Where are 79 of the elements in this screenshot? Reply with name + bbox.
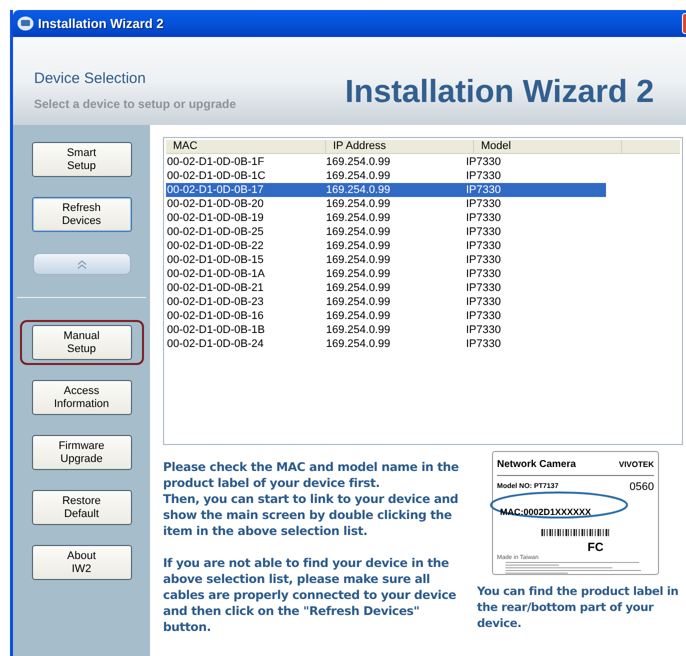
brand-logo: VIVOTEK bbox=[618, 458, 654, 470]
device-row[interactable]: 00-02-D1-0D-0B-21 169.254.0.99 IP7330 bbox=[166, 281, 606, 295]
mac-cell-text: 00-02-D1-0D-0B-1F bbox=[166, 155, 266, 169]
model-cell-text: IP7330 bbox=[466, 225, 502, 239]
device-row[interactable]: 00-02-D1-0D-0B-20 169.254.0.99 IP7330 bbox=[166, 197, 606, 211]
device-row[interactable]: 00-02-D1-0D-0B-23 169.254.0.99 IP7330 bbox=[166, 295, 606, 309]
model-cell-text: IP7330 bbox=[466, 155, 502, 169]
instruction-text: Please check the MAC and model name in the product label of your device first. Then, you can start to link to your device and show the main screen by double clicking the item in the above selection list. bbox=[163, 459, 460, 539]
device-row[interactable]: 00-02-D1-0D-0B-25 169.254.0.99 IP7330 bbox=[166, 225, 606, 239]
model-cell-text: IP7330 bbox=[466, 239, 502, 253]
mac-cell-text: 00-02-D1-0D-0B-15 bbox=[166, 253, 265, 267]
model-cell-text: IP7330 bbox=[466, 309, 502, 323]
model-cell-text: IP7330 bbox=[466, 267, 502, 281]
device-row[interactable]: 00-02-D1-0D-0B-19 169.254.0.99 IP7330 bbox=[166, 211, 606, 225]
model-cell-text: IP7330 bbox=[466, 253, 502, 267]
ip-cell-text: 169.254.0.99 bbox=[326, 295, 392, 309]
ip-cell-text: 169.254.0.99 bbox=[326, 225, 392, 239]
ip-cell-text: 169.254.0.99 bbox=[326, 323, 392, 337]
mac-cell-text: 00-02-D1-0D-0B-21 bbox=[166, 281, 265, 295]
sidebar-button[interactable]: Access Information bbox=[32, 380, 132, 415]
model-cell-text: IP7330 bbox=[466, 337, 502, 351]
mac-cell-text: 00-02-D1-0D-0B-23 bbox=[166, 295, 265, 309]
mac-cell-text: 00-02-D1-0D-0B-17 bbox=[166, 183, 265, 197]
logo-text: Installation Wizard 2 bbox=[345, 75, 654, 107]
column-header[interactable]: Model bbox=[474, 140, 622, 153]
ip-cell-text: 169.254.0.99 bbox=[326, 211, 392, 225]
page-subtitle: Select a device to setup or upgrade bbox=[34, 96, 238, 113]
column-header[interactable]: IP Address bbox=[326, 140, 474, 153]
device-row[interactable]: 00-02-D1-0D-0B-15 169.254.0.99 IP7330 bbox=[166, 253, 606, 267]
model-cell-text: IP7330 bbox=[466, 211, 502, 225]
mac-cell-text: 00-02-D1-0D-0B-1A bbox=[166, 267, 266, 281]
device-row[interactable]: 00-02-D1-0D-0B-1A 169.254.0.99 IP7330 bbox=[166, 267, 606, 281]
model-cell-text: IP7330 bbox=[466, 295, 502, 309]
caption-text: You can find the product label in the rear/bottom part of your device. bbox=[477, 583, 680, 631]
device-row[interactable]: 00-02-D1-0D-0B-1B 169.254.0.99 IP7330 bbox=[166, 323, 606, 337]
ip-cell-text: 169.254.0.99 bbox=[326, 253, 392, 267]
column-header[interactable]: MAC bbox=[166, 140, 326, 153]
device-row[interactable]: 00-02-D1-0D-0B-1F 169.254.0.99 IP7330 bbox=[166, 155, 606, 169]
ip-cell-text: 169.254.0.99 bbox=[326, 197, 392, 211]
app-icon bbox=[17, 16, 34, 31]
cert-number: 0560 bbox=[630, 480, 654, 495]
double-chevron-up-icon bbox=[76, 260, 86, 268]
label-title: Network Camera bbox=[497, 458, 576, 472]
device-row[interactable]: 00-02-D1-0D-0B-1C 169.254.0.99 IP7330 bbox=[166, 169, 606, 183]
window-title: Installation Wizard 2 bbox=[38, 14, 164, 33]
ip-cell-text: 169.254.0.99 bbox=[326, 239, 392, 253]
mac-cell-text: 00-02-D1-0D-0B-22 bbox=[166, 239, 265, 253]
sidebar-button[interactable]: Manual Setup bbox=[32, 325, 132, 360]
device-row[interactable]: 00-02-D1-0D-0B-24 169.254.0.99 IP7330 bbox=[166, 337, 606, 351]
ip-cell-text: 169.254.0.99 bbox=[326, 267, 392, 281]
device-row[interactable]: 00-02-D1-0D-0B-17 169.254.0.99 IP7330 bbox=[166, 183, 606, 197]
ip-cell-text: 169.254.0.99 bbox=[326, 169, 392, 183]
sidebar-button[interactable]: Restore Default bbox=[32, 490, 132, 525]
mac-cell-text: 00-02-D1-0D-0B-16 bbox=[166, 309, 265, 323]
ip-cell-text: 169.254.0.99 bbox=[326, 183, 392, 197]
sidebar-button[interactable]: About IW2 bbox=[32, 545, 132, 580]
page-title: Device Selection bbox=[34, 68, 147, 88]
ip-cell-text: 169.254.0.99 bbox=[326, 281, 392, 295]
mac-cell-text: 00-02-D1-0D-0B-1B bbox=[166, 323, 266, 337]
mac-cell-text: 00-02-D1-0D-0B-19 bbox=[166, 211, 265, 225]
model-cell-text: IP7330 bbox=[466, 281, 502, 295]
mac-cell-text: 00-02-D1-0D-0B-20 bbox=[166, 197, 265, 211]
model-cell-text: IP7330 bbox=[466, 323, 502, 337]
model-cell-text: IP7330 bbox=[466, 197, 502, 211]
ip-cell-text: 169.254.0.99 bbox=[326, 337, 392, 351]
model-cell-text: IP7330 bbox=[466, 169, 502, 183]
device-row[interactable]: 00-02-D1-0D-0B-16 169.254.0.99 IP7330 bbox=[166, 309, 606, 323]
sidebar-button[interactable]: Firmware Upgrade bbox=[32, 435, 132, 470]
mac-cell-text: 00-02-D1-0D-0B-1C bbox=[166, 169, 266, 183]
instruction-text: If you are not able to find your device in the above selection list, please make sure all cables are properly connected to your device and then click on the "Refresh Devices" button. bbox=[163, 555, 458, 635]
ip-cell-text: 169.254.0.99 bbox=[326, 155, 392, 169]
sidebar-button[interactable]: Smart Setup bbox=[32, 142, 132, 177]
device-row[interactable]: 00-02-D1-0D-0B-22 169.254.0.99 IP7330 bbox=[166, 239, 606, 253]
ip-cell-text: 169.254.0.99 bbox=[326, 309, 392, 323]
mac-cell-text: 00-02-D1-0D-0B-25 bbox=[166, 225, 265, 239]
fcc-logo: FC bbox=[588, 540, 604, 554]
model-cell-text: IP7330 bbox=[466, 183, 502, 197]
mac-cell-text: 00-02-D1-0D-0B-24 bbox=[166, 337, 265, 351]
sidebar-button[interactable]: Refresh Devices bbox=[32, 197, 132, 232]
